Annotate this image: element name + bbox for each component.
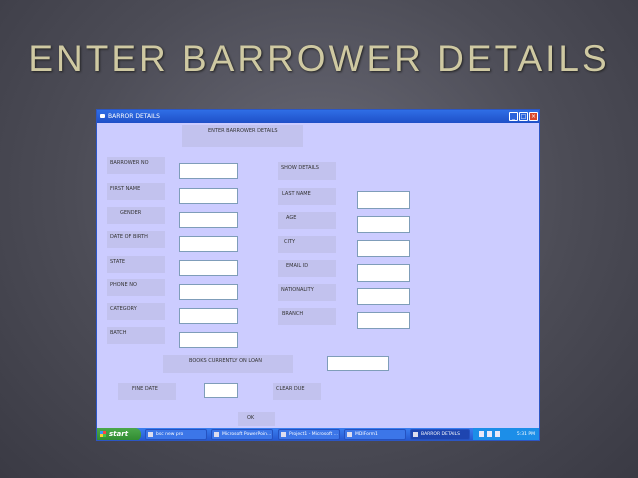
system-tray: 5:31 PM: [473, 428, 539, 440]
first-name-label: FIRST NAME: [107, 183, 165, 200]
city-input[interactable]: [357, 240, 410, 257]
form-icon: [347, 432, 352, 437]
state-label: STATE: [107, 256, 165, 273]
window-title: BARROR DETAILS: [108, 113, 160, 120]
volume-icon[interactable]: [495, 431, 500, 437]
maximize-button[interactable]: □: [519, 112, 528, 121]
visual-basic-icon: [281, 432, 286, 437]
clear-due-button[interactable]: CLEAR DUE: [273, 383, 321, 400]
books-on-loan-input[interactable]: [327, 356, 389, 371]
branch-label: BRANCH: [278, 308, 336, 325]
taskbar-item-label: BARROR DETAILS: [421, 432, 460, 437]
books-on-loan-label: BOOKS CURRENTLY ON LOAN: [163, 355, 293, 373]
form-icon: [413, 432, 418, 437]
state-input[interactable]: [179, 260, 238, 276]
windows-logo-icon: [100, 431, 106, 437]
date-of-birth-label: DATE OF BIRTH: [107, 231, 165, 248]
window-titlebar[interactable]: BARROR DETAILS _ □ ×: [97, 110, 539, 123]
slide-title: ENTER BARROWER DETAILS: [28, 38, 610, 79]
barrower-no-input[interactable]: [179, 163, 238, 179]
age-label: AGE: [278, 212, 336, 229]
taskbar-item-label: MDIForm1: [355, 432, 378, 437]
taskbar-item-project1[interactable]: Project1 - Microsoft ...: [278, 429, 340, 440]
taskbar: start bsc new pro Microsoft PowerPoin...…: [97, 428, 539, 440]
app-icon: [100, 114, 105, 118]
last-name-input[interactable]: [357, 191, 410, 209]
taskbar-item-label: bsc new pro: [156, 432, 184, 437]
last-name-label: LAST NAME: [278, 188, 336, 205]
fine-date-input[interactable]: [204, 383, 238, 398]
nationality-input[interactable]: [357, 288, 410, 305]
branch-input[interactable]: [357, 312, 410, 329]
email-id-label: EMAIL ID: [278, 260, 336, 277]
start-label: start: [109, 430, 129, 438]
city-label: CITY: [278, 236, 336, 253]
category-input[interactable]: [179, 308, 238, 324]
first-name-input[interactable]: [179, 188, 238, 204]
help-icon[interactable]: [479, 431, 484, 437]
powerpoint-icon: [214, 432, 219, 437]
phone-no-input[interactable]: [179, 284, 238, 300]
clock[interactable]: 5:31 PM: [517, 428, 535, 440]
taskbar-item-barror-details[interactable]: BARROR DETAILS: [410, 429, 470, 440]
batch-input[interactable]: [179, 332, 238, 348]
form-heading: ENTER BARROWER DETAILS: [182, 125, 303, 147]
ok-button[interactable]: OK: [238, 412, 275, 426]
taskbar-item-label: Microsoft PowerPoin...: [222, 432, 272, 437]
date-of-birth-input[interactable]: [179, 236, 238, 252]
email-id-input[interactable]: [357, 264, 410, 282]
barror-details-window: BARROR DETAILS _ □ × ENTER BARROWER DETA…: [96, 109, 540, 441]
gender-label: GENDER: [107, 207, 165, 224]
minimize-button[interactable]: _: [509, 112, 518, 121]
gender-input[interactable]: [179, 212, 238, 228]
barrower-no-label: BARROWER NO: [107, 157, 165, 174]
nationality-label: NATIONALITY: [278, 284, 336, 301]
show-details-button[interactable]: SHOW DETAILS: [278, 162, 336, 180]
close-button[interactable]: ×: [529, 112, 538, 121]
fine-date-label: FINE DATE: [118, 383, 176, 400]
taskbar-item-mdiform1[interactable]: MDIForm1: [344, 429, 406, 440]
start-button[interactable]: start: [97, 428, 141, 440]
folder-icon: [148, 432, 153, 437]
network-icon[interactable]: [487, 431, 492, 437]
phone-no-label: PHONE NO: [107, 279, 165, 296]
taskbar-item-powerpoint[interactable]: Microsoft PowerPoin...: [211, 429, 273, 440]
taskbar-item-bsc-new-pro[interactable]: bsc new pro: [145, 429, 207, 440]
age-input[interactable]: [357, 216, 410, 233]
taskbar-item-label: Project1 - Microsoft ...: [289, 432, 338, 437]
category-label: CATEGORY: [107, 303, 165, 320]
batch-label: BATCH: [107, 327, 165, 344]
